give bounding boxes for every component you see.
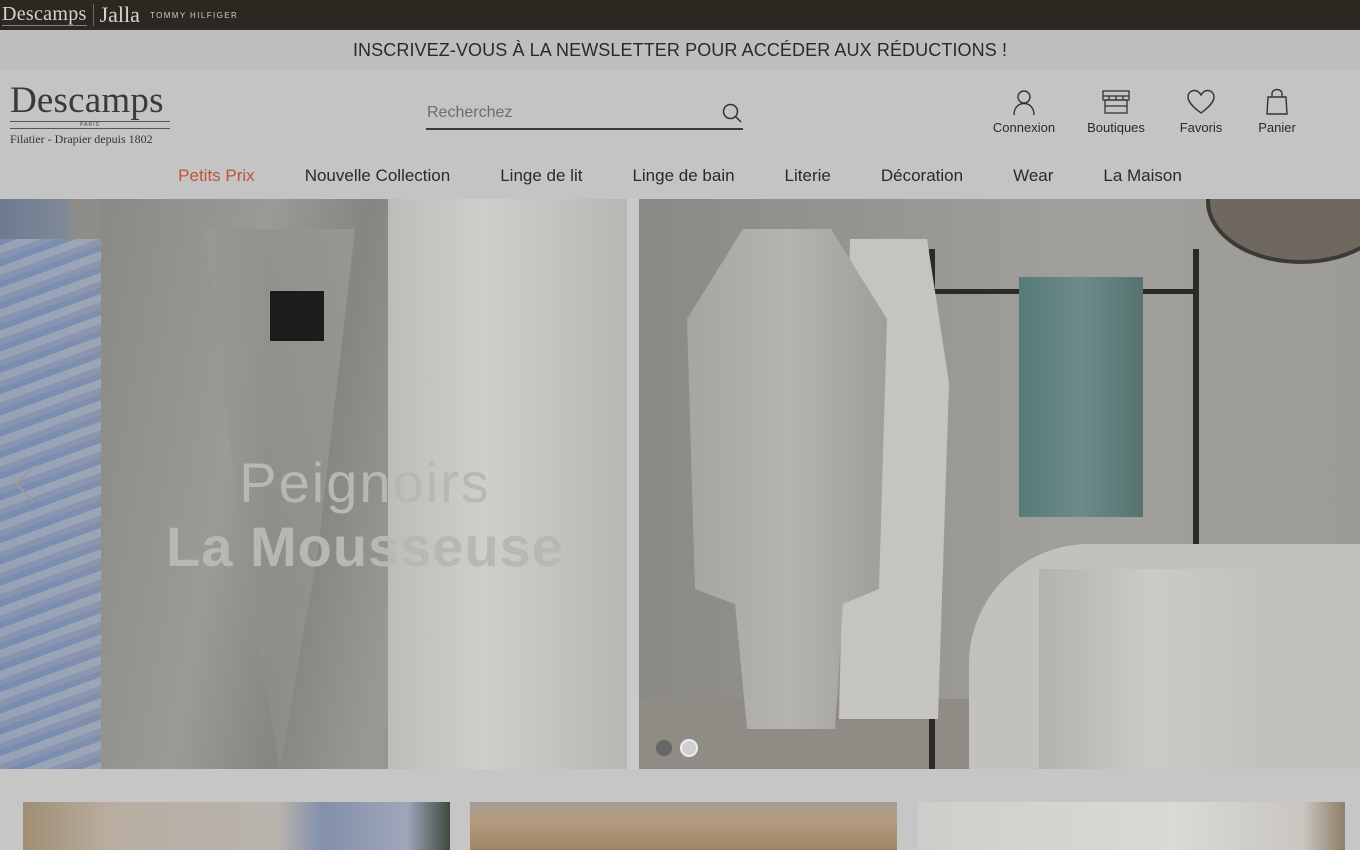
favoris-label: Favoris	[1179, 120, 1223, 135]
carousel-dot-1[interactable]	[656, 740, 672, 756]
favoris-button[interactable]: Favoris	[1161, 88, 1241, 135]
nav-item-nouvelle-collection[interactable]: Nouvelle Collection	[305, 166, 451, 192]
carousel-dot-2[interactable]	[680, 739, 698, 757]
heart-icon	[1187, 89, 1215, 114]
hero-title: Peignoirs La Mousseuse	[100, 451, 630, 579]
hero-carousel[interactable]: Peignoirs La Mousseuse	[0, 199, 1360, 769]
connexion-label: Connexion	[992, 120, 1056, 135]
brand-descamps-link[interactable]: Descamps	[2, 4, 87, 26]
user-icon	[1013, 90, 1035, 116]
hero-title-line1: Peignoirs	[239, 451, 491, 514]
nav-item-petits-prix[interactable]: Petits Prix	[178, 166, 255, 192]
header-actions: Connexion Boutiques Favoris Panier	[0, 88, 1360, 140]
category-tile-2[interactable]	[470, 802, 897, 850]
category-tile-1[interactable]	[23, 802, 450, 850]
panier-button[interactable]: Panier	[1237, 88, 1317, 135]
nav-item-literie[interactable]: Literie	[785, 166, 831, 192]
main-nav: Petits Prix Nouvelle Collection Linge de…	[0, 166, 1360, 192]
boutiques-button[interactable]: Boutiques	[1076, 88, 1156, 135]
nav-item-decoration[interactable]: Décoration	[881, 166, 963, 192]
nav-item-linge-de-lit[interactable]: Linge de lit	[500, 166, 582, 192]
hero-title-line2: La Mousseuse	[166, 515, 564, 578]
brand-tommy-hilfiger-link[interactable]: TOMMY HILFIGER	[150, 11, 238, 20]
hero-divider	[627, 199, 639, 769]
newsletter-banner[interactable]: INSCRIVEZ-VOUS À LA NEWSLETTER POUR ACCÉ…	[0, 30, 1360, 70]
store-icon	[1102, 90, 1130, 114]
nav-item-wear[interactable]: Wear	[1013, 166, 1053, 192]
bag-icon	[1266, 88, 1288, 115]
hero-image-bathroom	[639, 199, 1360, 769]
category-tiles	[0, 769, 1360, 850]
boutiques-label: Boutiques	[1087, 120, 1145, 135]
newsletter-text: INSCRIVEZ-VOUS À LA NEWSLETTER POUR ACCÉ…	[352, 39, 1008, 60]
brand-jalla-link[interactable]: Jalla	[92, 4, 140, 26]
panier-label: Panier	[1258, 120, 1296, 135]
carousel-next-arrow-icon[interactable]	[1322, 464, 1352, 504]
category-tile-3[interactable]	[918, 802, 1345, 850]
brand-bar: Descamps Jalla TOMMY HILFIGER	[0, 0, 1360, 30]
carousel-dots	[656, 739, 698, 757]
connexion-button[interactable]: Connexion	[984, 88, 1064, 135]
nav-item-la-maison[interactable]: La Maison	[1103, 166, 1181, 192]
carousel-prev-arrow-icon[interactable]	[10, 464, 40, 504]
nav-item-linge-de-bain[interactable]: Linge de bain	[632, 166, 734, 192]
